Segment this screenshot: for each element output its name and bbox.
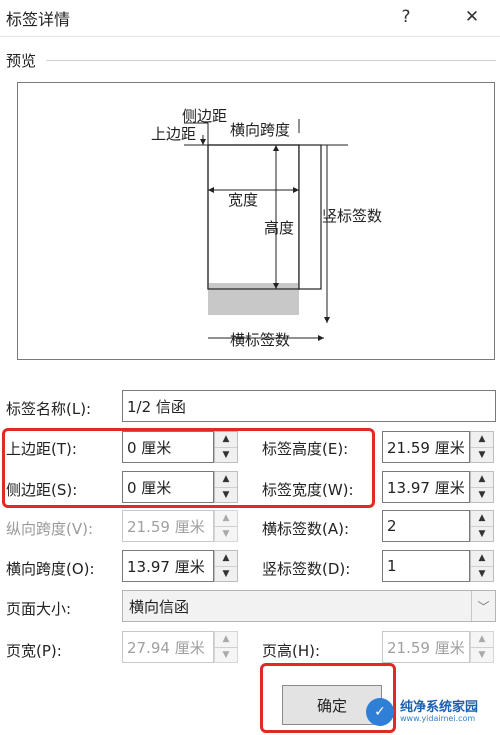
label-box-2 [298,144,322,290]
watermark: ✓ 纯净系统家园 www.yidaimei.com [366,698,478,726]
page-size-select[interactable]: 横向信函 ﹀ [122,590,496,622]
spin-down-icon[interactable]: ▼ [215,565,237,582]
page-height-input: 21.59 厘米 [382,631,470,663]
diagram-horizontal-pitch-text: 横向跨度 [230,121,291,139]
diagram-height-text: 高度 [264,219,295,237]
label-height-input[interactable]: 21.59 厘米 [382,431,470,463]
vertical-pitch-label: 纵向跨度(V): [6,520,94,538]
chevron-down-icon[interactable]: ﹀ [471,591,495,621]
close-icon: ✕ [464,7,480,27]
label-width-spinner[interactable]: ▲ ▼ [470,471,494,503]
spin-up-icon: ▲ [222,634,230,645]
highlight-margins-box [2,428,375,508]
spin-up-icon[interactable]: ▲ [471,432,493,447]
page-height-spinner: ▲ ▼ [470,631,494,663]
spin-down-icon: ▼ [471,646,493,663]
spin-down-icon: ▼ [215,646,237,663]
watermark-logo-icon: ✓ [366,698,394,726]
label-name-label: 标签名称(L): [6,400,92,418]
help-button[interactable]: ? [388,2,424,32]
spin-up-icon[interactable]: ▲ [471,511,493,526]
page-width-label: 页宽(P): [6,642,62,660]
spin-down-icon[interactable]: ▼ [471,486,493,503]
preview-label: 预览 [6,52,37,70]
page-height-label: 页高(H): [262,642,321,660]
spin-down-icon[interactable]: ▼ [471,446,493,463]
preview-diagram: 侧边距 上边距 横向跨度 宽度 高度 竖标签数 横标签数 [17,82,495,360]
preview-divider [46,60,496,61]
spin-up-icon: ▲ [478,634,486,645]
spin-up-icon[interactable]: ▲ [471,472,493,487]
vertical-pitch-spinner: ▲ ▼ [214,510,238,542]
page-size-value: 横向信函 [129,597,190,616]
horizontal-pitch-input[interactable]: 13.97 厘米 [122,550,214,582]
label-name-input[interactable]: 1/2 信函 [122,390,496,422]
page-width-spinner: ▲ ▼ [214,631,238,663]
page-size-label: 页面大小: [6,600,72,618]
help-icon: ? [401,7,411,27]
horizontal-pitch-spinner[interactable]: ▲ ▼ [214,550,238,582]
spin-up-icon: ▲ [222,513,230,524]
diagram-vertical-count-text: 竖标签数 [322,207,383,225]
page-width-input: 27.94 厘米 [122,631,214,663]
diagram-width-text: 宽度 [228,191,259,209]
label-box-1-shade [208,283,299,315]
labels-across-input[interactable]: 2 [382,510,470,542]
spin-down-icon[interactable]: ▼ [471,525,493,542]
spin-up-icon[interactable]: ▲ [215,551,237,566]
labels-down-spinner[interactable]: ▲ ▼ [470,550,494,582]
diagram-horizontal-count-text: 横标签数 [230,331,291,349]
spin-down-icon: ▼ [215,525,237,542]
labels-down-input[interactable]: 1 [382,550,470,582]
labels-down-label: 竖标签数(D): [262,560,351,578]
horizontal-pitch-label: 横向跨度(O): [6,560,95,578]
labels-across-label: 横标签数(A): [262,520,350,538]
watermark-text: 纯净系统家园 [400,699,479,715]
label-height-spinner[interactable]: ▲ ▼ [470,431,494,463]
label-width-input[interactable]: 13.97 厘米 [382,471,470,503]
spin-up-icon[interactable]: ▲ [471,551,493,566]
vertical-pitch-input: 21.59 厘米 [122,510,214,542]
title-separator [0,36,500,37]
close-button[interactable]: ✕ [454,2,490,32]
watermark-url: www.yidaimei.com [400,713,476,723]
spin-down-icon[interactable]: ▼ [471,565,493,582]
labels-across-spinner[interactable]: ▲ ▼ [470,510,494,542]
diagram-top-margin-text: 上边距 [151,125,197,143]
dialog-title: 标签详情 [6,10,71,29]
